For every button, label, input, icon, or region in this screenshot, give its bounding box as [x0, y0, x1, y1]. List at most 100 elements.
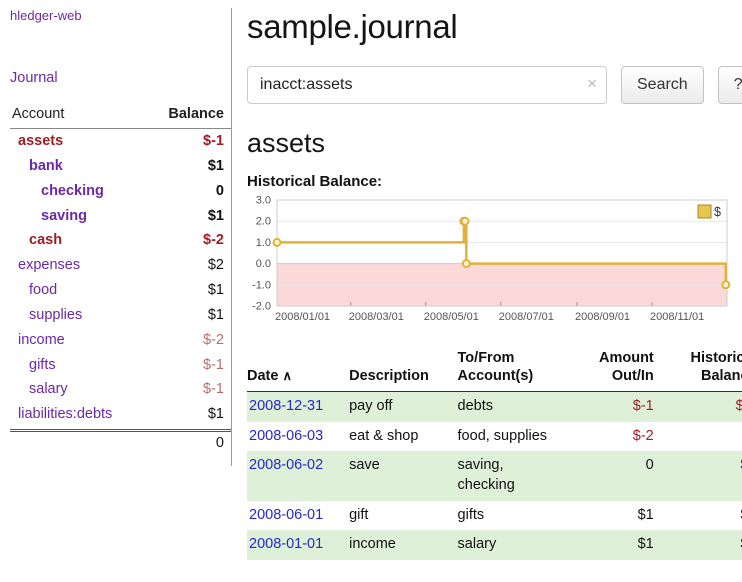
- account-row: food $1: [10, 278, 231, 303]
- account-balance: $1: [208, 281, 224, 300]
- account-link[interactable]: saving: [10, 207, 87, 226]
- register-header-accounts: To/From Account(s): [458, 346, 572, 392]
- account-balance: $1: [208, 157, 224, 176]
- accounts-table-body: assets $-1 bank $1 checking 0 saving $1 cash $-2 e…: [10, 129, 231, 427]
- account-row: saving $1: [10, 204, 231, 229]
- register-table: Date ∧ Description To/From Account(s) Am…: [247, 346, 742, 560]
- account-balance: $-2: [203, 231, 224, 250]
- account-row: gifts $-1: [10, 353, 231, 378]
- register-row: 2008-12-31pay offdebts$-1$-1: [247, 392, 742, 422]
- clear-search-icon[interactable]: ×: [587, 74, 597, 94]
- register-table-body: 2008-12-31pay offdebts$-1$-12008-06-03ea…: [247, 392, 742, 560]
- accounts-header-balance: Balance: [168, 106, 224, 122]
- date-header-label: Date: [247, 368, 278, 384]
- svg-text:$: $: [714, 205, 721, 219]
- transaction-amount: $-1: [571, 392, 662, 422]
- transaction-date-link[interactable]: 2008-12-31: [249, 398, 323, 414]
- transaction-amount: $1: [571, 530, 662, 560]
- accounts-table-header: Account Balance: [10, 106, 231, 129]
- account-balance: $-2: [203, 331, 224, 350]
- search-input-wrap: ×: [247, 66, 607, 104]
- transaction-balance: 0: [662, 422, 742, 452]
- account-balance: $-1: [203, 380, 224, 399]
- app-title-link[interactable]: hledger-web: [10, 8, 82, 23]
- sidebar-item-journal[interactable]: Journal: [10, 70, 58, 86]
- chart-title: Historical Balance:: [247, 173, 742, 190]
- transaction-balance: $1: [662, 530, 742, 560]
- sort-asc-icon: ∧: [282, 368, 292, 383]
- account-link[interactable]: assets: [10, 132, 63, 151]
- register-header-description: Description: [349, 346, 457, 392]
- account-balance: $1: [208, 405, 224, 424]
- transaction-description: gift: [349, 501, 457, 531]
- account-balance: 0: [216, 182, 224, 201]
- account-link[interactable]: supplies: [10, 306, 82, 325]
- transaction-description: pay off: [349, 392, 457, 422]
- svg-text:2008/03/01: 2008/03/01: [349, 311, 404, 323]
- account-row: income $-2: [10, 328, 231, 353]
- account-link[interactable]: cash: [10, 231, 62, 250]
- account-balance: $1: [208, 306, 224, 325]
- register-header-balance: Historical Balance: [662, 346, 742, 392]
- account-balance: $1: [208, 207, 224, 226]
- help-button[interactable]: ?: [718, 66, 742, 104]
- svg-text:2008/09/01: 2008/09/01: [575, 311, 630, 323]
- svg-text:2008/07/01: 2008/07/01: [499, 311, 554, 323]
- accounts-total-row: 0: [10, 429, 231, 454]
- balance-chart: 3.02.01.00.0-1.0-2.02008/01/012008/03/01…: [247, 195, 742, 334]
- account-link[interactable]: bank: [10, 157, 63, 176]
- transaction-accounts: saving, checking: [458, 451, 572, 500]
- accounts-header-account: Account: [10, 106, 64, 122]
- svg-text:0.0: 0.0: [256, 258, 271, 270]
- register-header-date[interactable]: Date ∧: [247, 346, 349, 392]
- account-link[interactable]: liabilities:debts: [10, 405, 112, 424]
- transaction-amount: 0: [571, 451, 662, 500]
- transaction-date-link[interactable]: 2008-01-01: [249, 536, 323, 552]
- register-header-amount: Amount Out/In: [571, 346, 662, 392]
- account-balance: $-1: [203, 356, 224, 375]
- svg-text:2008/11/01: 2008/11/01: [650, 311, 704, 323]
- account-link[interactable]: income: [10, 331, 65, 350]
- account-balance: $-1: [203, 132, 224, 151]
- transaction-amount: $1: [571, 501, 662, 531]
- balance-chart-svg: 3.02.01.00.0-1.0-2.02008/01/012008/03/01…: [247, 195, 733, 329]
- account-row: liabilities:debts $1: [10, 402, 231, 427]
- account-row: assets $-1: [10, 129, 231, 154]
- transaction-description: save: [349, 451, 457, 500]
- transaction-balance: $2: [662, 451, 742, 500]
- register-header-row: Date ∧ Description To/From Account(s) Am…: [247, 346, 742, 392]
- page-title: sample.journal: [247, 8, 742, 46]
- transaction-accounts: food, supplies: [458, 422, 572, 452]
- account-link[interactable]: gifts: [10, 356, 56, 375]
- register-row: 2008-06-03eat & shopfood, supplies$-20: [247, 422, 742, 452]
- svg-text:2.0: 2.0: [256, 216, 271, 228]
- transaction-description: eat & shop: [349, 422, 457, 452]
- account-link[interactable]: food: [10, 281, 57, 300]
- account-row: bank $1: [10, 154, 231, 179]
- transaction-date-link[interactable]: 2008-06-03: [249, 428, 323, 444]
- svg-text:1.0: 1.0: [256, 237, 271, 249]
- transaction-accounts: debts: [458, 392, 572, 422]
- transaction-accounts: salary: [458, 530, 572, 560]
- main-content: sample.journal × Search ? assets Histori…: [232, 8, 742, 582]
- account-link[interactable]: salary: [10, 380, 68, 399]
- transaction-balance: $2: [662, 501, 742, 531]
- account-heading: assets: [247, 128, 742, 159]
- account-row: checking 0: [10, 179, 231, 204]
- account-link[interactable]: expenses: [10, 256, 80, 275]
- register-row: 2008-06-02 savesaving, checking0$2: [247, 451, 742, 500]
- transaction-accounts: gifts: [458, 501, 572, 531]
- search-input[interactable]: [247, 66, 607, 104]
- transaction-date-link[interactable]: 2008-06-02: [249, 457, 323, 473]
- transaction-description: income: [349, 530, 457, 560]
- account-row: expenses$2: [10, 253, 231, 278]
- accounts-total-value: 0: [216, 435, 224, 451]
- svg-text:2008/05/01: 2008/05/01: [424, 311, 479, 323]
- transaction-date-link[interactable]: 2008-06-01: [249, 507, 323, 523]
- search-bar: × Search ?: [247, 66, 742, 104]
- account-row: supplies $1: [10, 303, 231, 328]
- account-link[interactable]: checking: [10, 182, 104, 201]
- search-button[interactable]: Search: [621, 66, 704, 104]
- svg-text:2008/01/01: 2008/01/01: [275, 311, 330, 323]
- svg-text:3.0: 3.0: [256, 195, 271, 207]
